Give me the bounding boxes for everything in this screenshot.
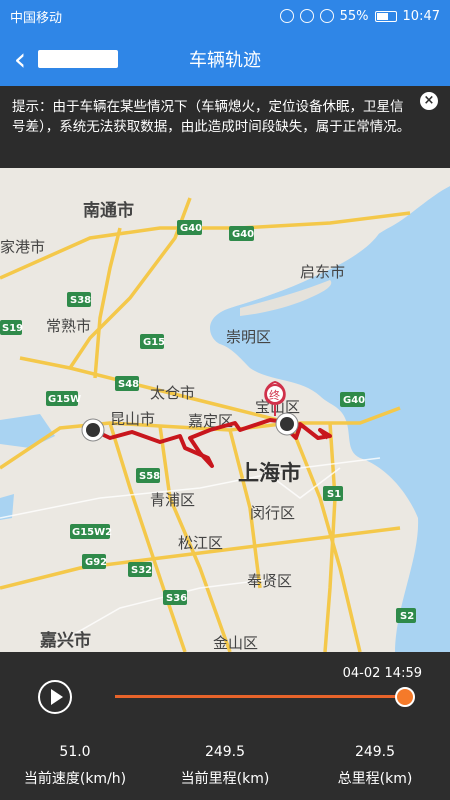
playback-time: 04-02 14:59	[342, 666, 422, 681]
road-shield-g40-b: G40	[229, 226, 254, 241]
current-mileage-value: 249.5	[204, 744, 246, 760]
svg-text:终: 终	[269, 388, 280, 402]
road-shield-g15w: G15W	[46, 391, 81, 406]
progress-track[interactable]	[115, 687, 415, 707]
svg-text:S2: S2	[400, 611, 414, 622]
city-label-nantong: 南通市	[83, 200, 134, 221]
road-shield-s48: S48	[115, 376, 139, 391]
city-label-qidong: 启东市	[300, 263, 345, 281]
play-button[interactable]	[38, 680, 72, 714]
current-speed-value: 51.0	[59, 744, 91, 760]
close-icon[interactable]: ×	[420, 92, 438, 110]
mute-icon	[279, 9, 294, 23]
road-shield-s1: S1	[323, 486, 343, 501]
city-label-zhangjiagang: 家港市	[0, 238, 45, 256]
city-label-changshu: 常熟市	[46, 317, 91, 335]
app-bar: ‹ 车辆轨迹	[0, 32, 450, 86]
road-shield-g92: G92	[82, 554, 107, 569]
start-marker	[81, 418, 105, 442]
svg-text:G40: G40	[232, 229, 254, 240]
total-mileage-value: 249.5	[354, 744, 396, 760]
current-mileage-label: 当前里程(km)	[180, 771, 270, 787]
redacted-vehicle-name	[38, 50, 118, 68]
carrier-label: 中国移动	[10, 10, 63, 26]
status-bar: 中国移动 55% 10:47	[0, 0, 450, 32]
map-view[interactable]: 南通市 家港市 常熟市 启东市 崇明区 太仓市 昆山市 嘉定区 宝山区 上海市 …	[0, 168, 450, 652]
svg-text:G15W2: G15W2	[72, 527, 112, 538]
svg-text:G40: G40	[180, 223, 202, 234]
total-mileage-stat: 249.5 总里程(km)	[300, 744, 450, 788]
svg-text:G40: G40	[343, 395, 365, 406]
svg-text:G15W: G15W	[48, 394, 81, 405]
play-icon	[51, 689, 63, 705]
svg-text:S32: S32	[131, 565, 152, 576]
playback-panel: 04-02 14:59 51.0 当前速度(km/h) 249.5 当前里程(k…	[0, 652, 450, 800]
svg-text:S48: S48	[118, 379, 139, 390]
city-label-shanghai: 上海市	[238, 461, 301, 485]
road-shield-s19: S19	[0, 320, 23, 335]
svg-text:S38: S38	[70, 295, 91, 306]
current-mileage-stat: 249.5 当前里程(km)	[150, 744, 300, 788]
battery-icon	[374, 10, 397, 22]
progress-thumb[interactable]	[395, 687, 415, 707]
svg-text:S36: S36	[166, 593, 187, 604]
stats-row: 51.0 当前速度(km/h) 249.5 当前里程(km) 249.5 总里程…	[0, 744, 450, 788]
city-label-taicang: 太仓市	[150, 384, 195, 402]
road-shield-s32: S32	[128, 562, 152, 577]
wifi-icon	[319, 9, 334, 23]
road-shield-g15: G15	[140, 334, 165, 349]
road-shield-g40-a: G40	[177, 220, 202, 235]
road-shield-s38: S38	[67, 292, 91, 307]
svg-text:S19: S19	[2, 323, 23, 334]
map-canvas[interactable]: 南通市 家港市 常熟市 启东市 崇明区 太仓市 昆山市 嘉定区 宝山区 上海市 …	[0, 168, 450, 652]
svg-text:G15: G15	[143, 337, 165, 348]
current-speed-stat: 51.0 当前速度(km/h)	[0, 744, 150, 788]
city-label-fengxian: 奉贤区	[247, 572, 292, 590]
city-label-kunshan: 昆山市	[110, 410, 155, 428]
svg-text:S58: S58	[139, 471, 160, 482]
road-shield-g15w2: G15W2	[70, 524, 112, 539]
city-label-jiaxing: 嘉兴市	[39, 630, 91, 651]
city-label-chongming: 崇明区	[226, 328, 271, 346]
road-shield-s2: S2	[396, 608, 416, 623]
notice-banner: 提示：由于车辆在某些情况下（车辆熄火，定位设备休眠，卫星信号差），系统无法获取数…	[0, 86, 450, 168]
road-shield-s58: S58	[136, 468, 160, 483]
clock: 10:47	[402, 8, 440, 24]
city-label-minhang: 闵行区	[250, 504, 295, 522]
svg-text:S1: S1	[327, 489, 341, 500]
notice-text: 提示：由于车辆在某些情况下（车辆熄火，定位设备休眠，卫星信号差），系统无法获取数…	[12, 99, 411, 135]
svg-text:G92: G92	[85, 557, 107, 568]
current-speed-label: 当前速度(km/h)	[23, 771, 127, 787]
road-shield-s36: S36	[163, 590, 187, 605]
chevron-left-icon[interactable]: ‹	[0, 32, 40, 86]
road-shield-g40-c: G40	[340, 392, 365, 407]
end-marker	[275, 412, 299, 436]
alarm-icon	[299, 9, 314, 23]
total-mileage-label: 总里程(km)	[337, 771, 413, 787]
city-label-jinshan: 金山区	[213, 634, 258, 652]
battery-percent: 55%	[339, 8, 369, 24]
city-label-qingpu: 青浦区	[150, 491, 195, 509]
city-label-songjiang: 松江区	[178, 534, 223, 552]
